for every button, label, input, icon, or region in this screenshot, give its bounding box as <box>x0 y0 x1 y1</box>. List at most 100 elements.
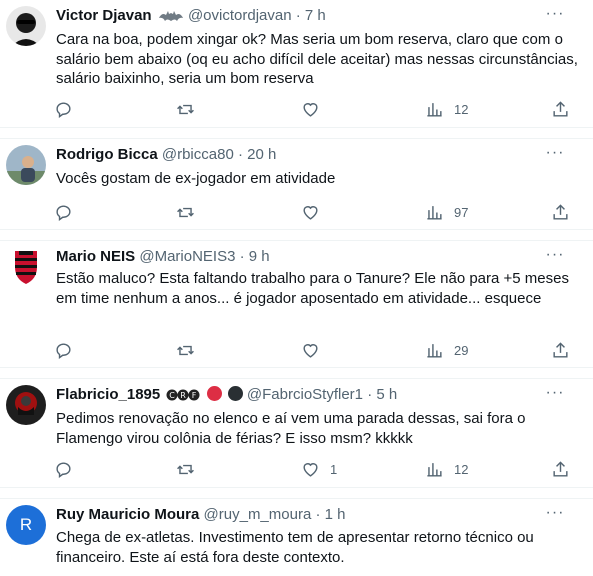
retweet-icon <box>177 464 194 474</box>
tweet-header: Mario NEIS @MarioNEIS3 · 9 h <box>56 247 553 267</box>
heart-icon <box>303 102 318 117</box>
avatar-photo-icon <box>6 385 46 425</box>
views-button[interactable]: 12 <box>425 98 468 120</box>
tweet[interactable]: Victor Djavan @ovictordjavan · 7 h ··· C… <box>0 0 593 128</box>
tweet-text: Pedimos renovação no elenco e aí vem uma… <box>56 410 526 447</box>
share-icon <box>553 203 568 220</box>
timestamp[interactable]: 7 h <box>305 7 326 24</box>
separator-dot: · <box>367 386 373 403</box>
avatar[interactable] <box>6 6 46 46</box>
views-button[interactable]: 97 <box>425 201 468 223</box>
share-button[interactable] <box>551 458 570 480</box>
reply-icon <box>56 342 71 359</box>
black-circle-icon <box>227 386 243 401</box>
svg-text:C: C <box>170 391 176 400</box>
more-options-icon[interactable]: ··· <box>545 385 565 403</box>
share-button[interactable] <box>551 201 570 223</box>
handle[interactable]: @ovictordjavan <box>188 7 292 24</box>
tweet-feed: Victor Djavan @ovictordjavan · 7 h ··· C… <box>0 0 593 576</box>
share-button[interactable] <box>551 98 570 120</box>
share-icon <box>553 341 568 358</box>
more-options-icon[interactable]: ··· <box>545 6 565 24</box>
timestamp[interactable]: 1 h <box>325 506 346 523</box>
tweet-text: Chega de ex-atletas. Investimento tem de… <box>56 529 534 566</box>
handle[interactable]: @rbicca80 <box>162 146 234 163</box>
reply-button[interactable] <box>54 201 73 223</box>
timestamp[interactable]: 9 h <box>249 248 270 265</box>
views-button[interactable]: 29 <box>425 339 468 361</box>
like-button[interactable] <box>301 201 320 223</box>
tweet-text: Vocês gostam de ex-jogador em atividade <box>56 170 336 187</box>
views-count: 12 <box>454 101 469 117</box>
action-bar: 97 <box>0 201 593 223</box>
reply-button[interactable] <box>54 458 73 480</box>
reply-button[interactable] <box>54 98 73 120</box>
analytics-icon <box>427 343 442 358</box>
retweet-icon <box>177 104 194 114</box>
reply-button[interactable] <box>54 339 73 361</box>
avatar[interactable] <box>6 145 46 185</box>
more-options-icon[interactable]: ··· <box>545 145 565 163</box>
display-name[interactable]: Victor Djavan <box>56 7 152 24</box>
retweet-button[interactable] <box>176 458 195 480</box>
heart-icon <box>303 462 318 477</box>
tweet-header: Ruy Mauricio Moura @ruy_m_moura · 1 h <box>56 505 553 525</box>
views-button[interactable]: 12 <box>425 458 468 480</box>
views-count: 29 <box>454 342 469 358</box>
handle[interactable]: @MarioNEIS3 <box>139 248 235 265</box>
like-button[interactable] <box>301 339 320 361</box>
more-options-icon[interactable]: ··· <box>545 247 565 265</box>
avatar-letter: R <box>19 515 33 534</box>
tweet[interactable]: Rodrigo Bicca @rbicca80 · 20 h ··· Vocês… <box>0 138 593 230</box>
tweet-text: Estão maluco? Esta faltando trabalho par… <box>56 270 569 307</box>
retweet-button[interactable] <box>176 201 195 223</box>
share-icon <box>553 100 568 117</box>
like-button[interactable] <box>301 98 320 120</box>
tweet[interactable]: Flabricio_1895 C R F @FabrcioStyfler1 · … <box>0 378 593 488</box>
reply-icon <box>56 204 71 221</box>
action-bar: 29 <box>0 339 593 361</box>
reply-icon <box>56 461 71 478</box>
tweet-header: Victor Djavan @ovictordjavan · 7 h <box>56 6 553 26</box>
tweet-header: Rodrigo Bicca @rbicca80 · 20 h <box>56 145 553 165</box>
timestamp[interactable]: 20 h <box>247 146 276 163</box>
likes-count: 1 <box>330 461 338 477</box>
heart-icon <box>303 343 318 358</box>
avatar[interactable] <box>6 385 46 425</box>
avatar[interactable] <box>6 247 46 287</box>
svg-text:F: F <box>192 391 197 400</box>
flamengo-crest-icon <box>15 251 37 284</box>
like-button[interactable]: 1 <box>301 458 337 480</box>
analytics-icon <box>427 205 442 220</box>
display-name[interactable]: Rodrigo Bicca <box>56 146 158 163</box>
views-count: 97 <box>454 204 469 220</box>
handle[interactable]: @ruy_m_moura <box>204 506 312 523</box>
retweet-button[interactable] <box>176 98 195 120</box>
svg-text:R: R <box>181 391 187 400</box>
action-bar: 1 12 <box>0 458 593 480</box>
timestamp[interactable]: 5 h <box>376 386 397 403</box>
separator-dot: · <box>295 7 301 24</box>
avatar[interactable]: R <box>6 505 46 545</box>
separator-dot: · <box>239 248 245 265</box>
display-name[interactable]: Ruy Mauricio Moura <box>56 506 199 523</box>
retweet-button[interactable] <box>176 339 195 361</box>
action-bar: 12 <box>0 98 593 120</box>
share-icon <box>553 460 568 477</box>
separator-dot: · <box>237 146 243 163</box>
display-name[interactable]: Flabricio_1895 <box>56 386 160 403</box>
tweet-text: Cara na boa, podem xingar ok? Mas seria … <box>56 31 578 87</box>
heart-icon <box>303 205 318 220</box>
tweet[interactable]: R Ruy Mauricio Moura @ruy_m_moura · 1 h … <box>0 498 593 576</box>
retweet-icon <box>177 207 194 217</box>
share-button[interactable] <box>551 339 570 361</box>
separator-dot: · <box>315 506 321 523</box>
display-name[interactable]: Mario NEIS <box>56 248 135 265</box>
more-options-icon[interactable]: ··· <box>545 505 565 523</box>
red-circle-icon <box>206 386 222 401</box>
analytics-icon <box>427 462 442 477</box>
views-count: 12 <box>454 461 469 477</box>
tweet[interactable]: Mario NEIS @MarioNEIS3 · 9 h ··· Estão m… <box>0 240 593 368</box>
handle[interactable]: @FabrcioStyfler1 <box>247 386 363 403</box>
crest-emoji-icon: C R F <box>166 388 200 408</box>
